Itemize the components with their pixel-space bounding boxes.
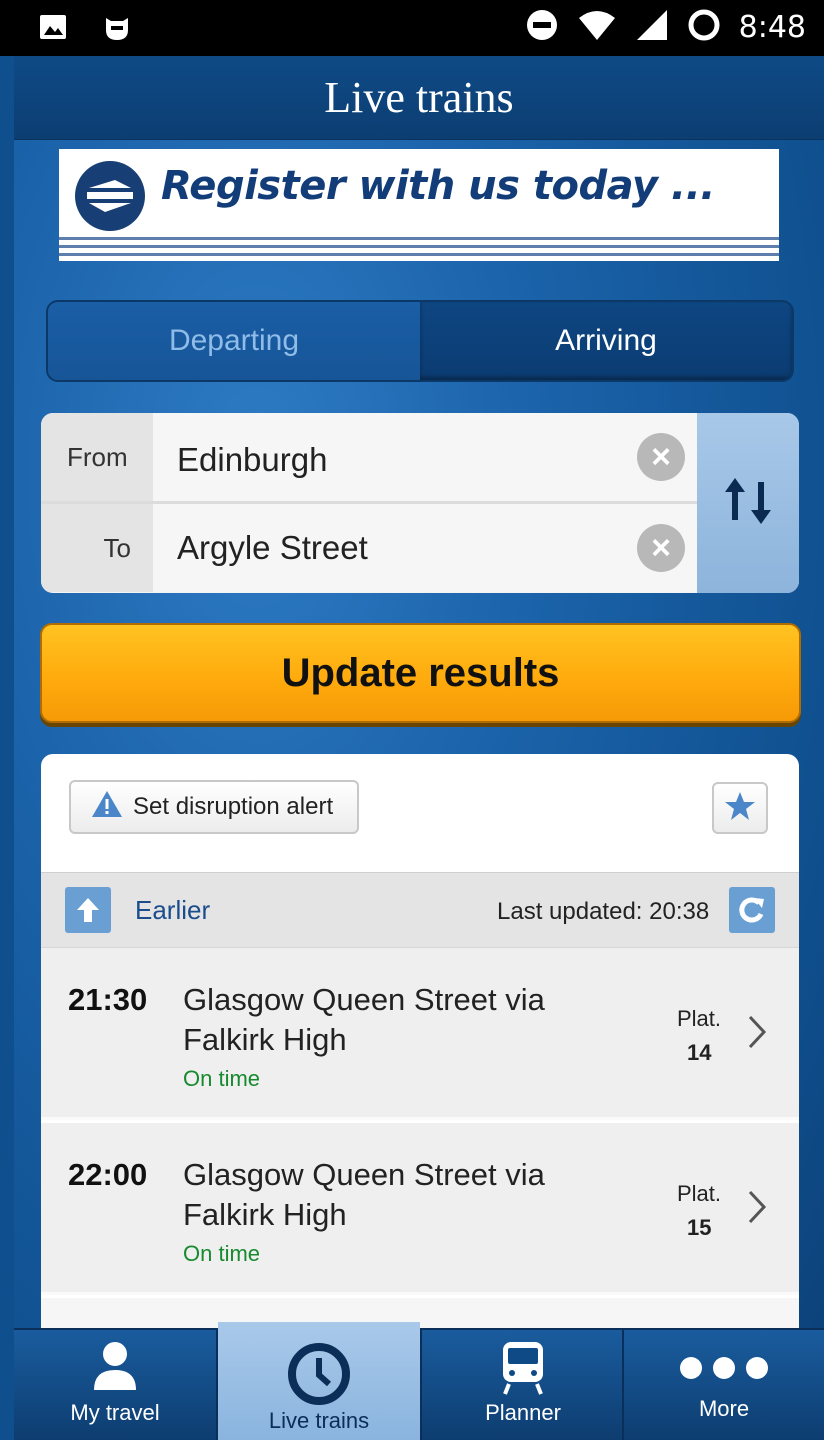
person-icon [90,1340,140,1398]
image-icon [38,12,68,47]
train-destination: Glasgow Queen Street via Falkirk High [183,982,545,1057]
battery-icon [687,8,721,47]
train-status: On time [183,1066,261,1091]
platform-number: 15 [687,1215,712,1240]
platform-label: Plat. [677,1181,722,1206]
train-time: 22:00 [68,1157,148,1192]
train-destination: Glasgow Queen Street via Falkirk High [183,1157,545,1232]
favourite-button[interactable] [712,782,768,834]
clear-from-icon[interactable]: × [637,433,685,481]
nav-my-travel[interactable]: My travel [14,1328,216,1440]
more-dots-icon [679,1356,769,1386]
departing-arriving-toggle: Departing Arriving [46,300,794,382]
banner-text: Register with us today ... [161,163,715,209]
nav-more[interactable]: More [624,1328,824,1440]
from-row: From Edinburgh × [41,413,697,501]
earlier-link[interactable]: Earlier [135,895,210,926]
swap-arrows-icon [721,474,775,533]
do-not-disturb-icon [525,8,559,47]
to-label: To [41,504,153,592]
earlier-bar: Earlier Last updated: 20:38 [41,872,799,948]
status-clock: 8:48 [738,10,806,45]
nav-label: More [698,1396,750,1421]
train-row[interactable]: 21:30 Glasgow Queen Street via Falkirk H… [41,948,799,1120]
national-rail-logo-icon [75,161,145,231]
platform-label: Plat. [677,1006,722,1031]
train-row[interactable]: 22:00 Glasgow Queen Street via Falkirk H… [41,1123,799,1295]
chevron-right-icon [747,1014,767,1055]
alert-button-label: Set disruption alert [133,793,334,820]
train-time: 21:30 [68,982,148,1017]
clock-icon [287,1342,351,1412]
cat-face-icon [102,12,132,47]
platform-number: 14 [687,1040,712,1065]
star-icon [724,790,756,827]
banner-stripe [59,245,779,248]
nav-label: Live trains [268,1408,370,1433]
status-bar: 8:48 [0,0,824,56]
banner-stripe [59,253,779,256]
last-updated-text: Last updated: 20:38 [497,898,710,925]
nav-planner[interactable]: Planner [422,1328,624,1440]
train-icon [499,1340,547,1402]
banner-stripe [59,237,779,240]
tab-arriving[interactable]: Arriving [420,302,792,380]
to-station-field[interactable]: Argyle Street × [153,504,697,592]
train-status: On time [183,1241,261,1266]
swap-stations-button[interactable] [697,413,799,593]
route-selector: From Edinburgh × To Argyle Street × [41,413,799,593]
clear-to-icon[interactable]: × [637,524,685,572]
earlier-arrow-icon[interactable] [65,887,111,933]
bottom-navigation: My travel Live trains Planner More [14,1318,824,1440]
tab-departing[interactable]: Departing [48,302,420,380]
from-label: From [41,413,153,501]
set-disruption-alert-button[interactable]: Set disruption alert [69,780,359,834]
register-banner[interactable]: Register with us today ... [59,149,779,261]
to-station-value: Argyle Street [177,529,368,566]
update-results-button[interactable]: Update results [40,623,801,723]
to-row: To Argyle Street × [41,504,697,592]
wifi-icon [577,8,617,47]
nav-label: My travel [70,1400,160,1425]
from-station-value: Edinburgh [177,441,328,478]
nav-label: Planner [485,1400,561,1425]
refresh-icon[interactable] [729,887,775,933]
signal-icon [635,8,669,47]
nav-live-trains[interactable]: Live trains [218,1322,420,1440]
warning-icon [91,790,123,825]
app-screen: Live trains Register with us today ... D… [14,56,824,1440]
page-title: Live trains [14,56,824,140]
from-station-field[interactable]: Edinburgh × [153,413,697,501]
chevron-right-icon [747,1189,767,1230]
